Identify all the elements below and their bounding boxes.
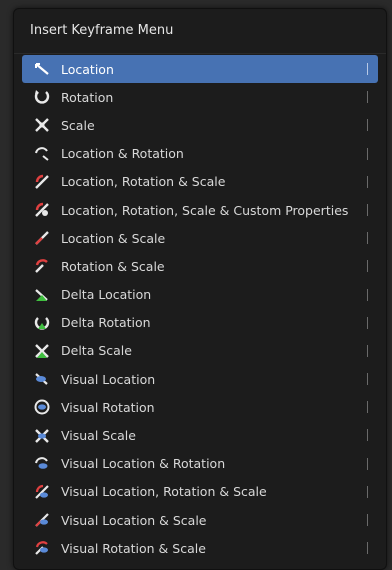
item-marker	[367, 232, 368, 245]
menu-item-visual-location-rotation[interactable]: Visual Location & Rotation	[22, 450, 378, 478]
menu-item-label: Visual Rotation & Scale	[61, 540, 206, 556]
menu-item-visual-location-scale[interactable]: Visual Location & Scale	[22, 506, 378, 534]
item-marker	[367, 542, 368, 555]
menu-item-location-scale[interactable]: Location & Scale	[22, 224, 378, 252]
menu-item-label: Rotation	[61, 89, 114, 105]
location-icon	[33, 60, 51, 78]
item-marker	[367, 260, 368, 273]
item-marker	[367, 373, 368, 386]
item-marker	[367, 63, 368, 75]
delta-location-icon	[33, 286, 51, 304]
menu-item-delta-rotation[interactable]: Delta Rotation	[22, 309, 378, 337]
menu-item-label: Visual Rotation	[61, 399, 155, 415]
item-marker	[367, 514, 368, 526]
menu-item-custom-properties[interactable]: Location, Rotation, Scale & Custom Prope…	[22, 196, 378, 224]
visual-location-rotation-scale-icon	[33, 483, 51, 501]
menu-item-visual-location[interactable]: Visual Location	[22, 365, 378, 393]
insert-keyframe-menu: Insert Keyframe Menu Location Rotation S…	[13, 8, 387, 570]
item-marker	[367, 429, 368, 442]
item-marker	[367, 344, 368, 357]
item-marker	[367, 485, 368, 498]
location-rotation-icon	[33, 145, 51, 163]
menu-item-label: Visual Location & Rotation	[61, 456, 226, 472]
menu-title: Insert Keyframe Menu	[14, 9, 386, 54]
custom-properties-icon	[33, 201, 51, 219]
visual-location-scale-icon	[33, 511, 51, 529]
menu-item-rotation-scale[interactable]: Rotation & Scale	[22, 252, 378, 280]
location-scale-icon	[33, 229, 51, 247]
menu-item-label: Location, Rotation, Scale & Custom Prope…	[61, 202, 349, 218]
menu-item-visual-rotation-scale[interactable]: Visual Rotation & Scale	[22, 534, 378, 562]
menu-item-label: Location & Scale	[61, 230, 166, 246]
item-marker	[367, 203, 368, 216]
visual-location-icon	[33, 370, 51, 388]
menu-item-delta-location[interactable]: Delta Location	[22, 281, 378, 309]
item-marker	[367, 316, 368, 329]
item-marker	[367, 288, 368, 301]
menu-item-label: Location & Rotation	[61, 146, 184, 162]
item-marker	[367, 175, 368, 188]
scale-icon	[33, 116, 51, 134]
menu-item-label: Scale	[61, 117, 95, 133]
menu-item-delta-scale[interactable]: Delta Scale	[22, 337, 378, 365]
visual-rotation-icon	[33, 398, 51, 416]
menu-item-visual-scale[interactable]: Visual Scale	[22, 421, 378, 449]
delta-rotation-icon	[33, 314, 51, 332]
item-marker	[367, 457, 368, 470]
menu-item-label: Visual Location, Rotation & Scale	[61, 484, 267, 500]
item-marker	[367, 147, 368, 160]
menu-item-label: Delta Scale	[61, 343, 132, 359]
menu-item-visual-rotation[interactable]: Visual Rotation	[22, 393, 378, 421]
menu-item-label: Location, Rotation & Scale	[61, 174, 226, 190]
visual-rotation-scale-icon	[33, 539, 51, 557]
menu-item-label: Visual Location	[61, 371, 156, 387]
visual-scale-icon	[33, 427, 51, 445]
item-marker	[367, 119, 368, 132]
rotation-icon	[33, 88, 51, 106]
menu-item-label: Delta Location	[61, 287, 152, 303]
menu-item-label: Delta Rotation	[61, 315, 151, 331]
menu-item-location[interactable]: Location	[22, 55, 378, 84]
menu-item-visual-location-rotation-scale[interactable]: Visual Location, Rotation & Scale	[22, 478, 378, 506]
delta-scale-icon	[33, 342, 51, 360]
menu-item-label: Visual Location & Scale	[61, 512, 207, 528]
item-marker	[367, 91, 368, 104]
menu-item-label: Rotation & Scale	[61, 258, 165, 274]
rotation-scale-icon	[33, 257, 51, 275]
menu-item-location-rotation-scale[interactable]: Location, Rotation & Scale	[22, 168, 378, 196]
menu-item-location-rotation[interactable]: Location & Rotation	[22, 140, 378, 168]
menu-items: Location Rotation Scale Location & Rotat…	[14, 55, 386, 562]
menu-item-rotation[interactable]: Rotation	[22, 83, 378, 111]
item-marker	[367, 401, 368, 414]
menu-item-label: Location	[61, 61, 114, 77]
visual-location-rotation-icon	[33, 455, 51, 473]
menu-item-scale[interactable]: Scale	[22, 111, 378, 139]
location-rotation-scale-icon	[33, 173, 51, 191]
menu-item-label: Visual Scale	[61, 428, 136, 444]
